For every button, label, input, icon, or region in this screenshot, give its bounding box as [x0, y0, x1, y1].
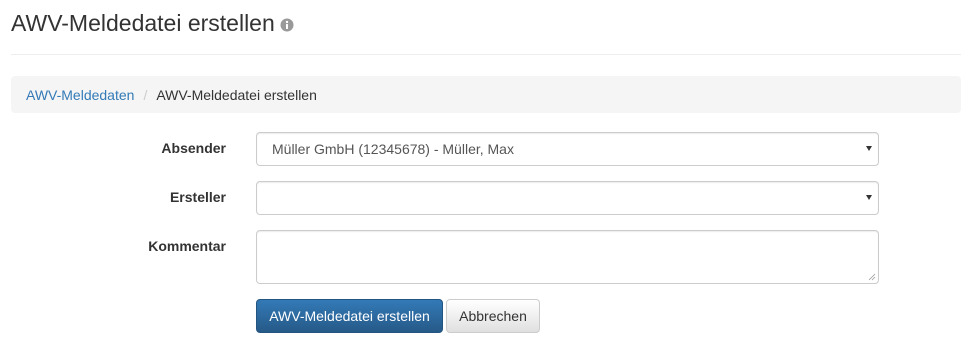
breadcrumb: AWV-Meldedaten / AWV-Meldedatei erstelle…	[11, 76, 961, 113]
page-title: AWV-Meldedatei erstellen	[11, 10, 275, 36]
absender-select[interactable]: Müller GmbH (12345678) - Müller, Max	[256, 132, 879, 166]
chevron-down-icon	[866, 146, 872, 151]
breadcrumb-current: AWV-Meldedatei erstellen	[156, 86, 317, 103]
info-circle-icon[interactable]	[280, 18, 294, 32]
breadcrumb-separator: /	[143, 86, 148, 103]
page-title-wrapper: AWV-Meldedatei erstellen	[11, 10, 294, 37]
kommentar-label: Kommentar	[148, 238, 226, 254]
kommentar-textarea[interactable]	[256, 230, 879, 284]
create-awv-file-button[interactable]: AWV-Meldedatei erstellen	[256, 299, 443, 333]
page: AWV-Meldedatei erstellen AWV-Meldedaten …	[0, 0, 970, 342]
chevron-down-icon	[866, 195, 872, 200]
breadcrumb-link-awv-meldedaten[interactable]: AWV-Meldedaten	[26, 87, 134, 103]
ersteller-select[interactable]	[256, 181, 879, 215]
page-header: AWV-Meldedatei erstellen	[11, 8, 961, 55]
resize-grip-icon[interactable]	[868, 273, 876, 281]
cancel-button[interactable]: Abbrechen	[446, 299, 540, 333]
absender-selected-value: Müller GmbH (12345678) - Müller, Max	[272, 141, 514, 157]
ersteller-label: Ersteller	[169, 189, 226, 205]
absender-label: Absender	[161, 140, 226, 156]
